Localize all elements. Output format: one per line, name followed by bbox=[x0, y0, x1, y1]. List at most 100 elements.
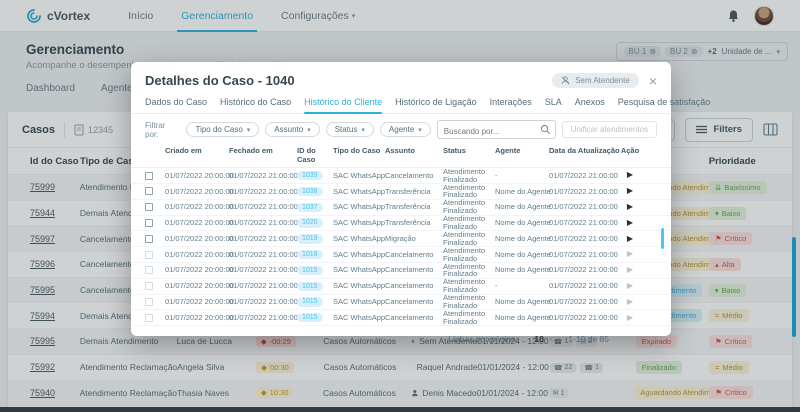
case-id-badge[interactable]: 1015 bbox=[297, 313, 323, 322]
case-id-badge[interactable]: 1039 bbox=[297, 171, 323, 180]
case-type-cell: SAC WhatsApp bbox=[333, 203, 385, 211]
updated-at-cell: 01/07/2022 21:00:00 bbox=[549, 188, 619, 196]
modal-tab[interactable]: Pesquisa de satisfação bbox=[618, 97, 711, 113]
history-row[interactable]: 01/07/2022 20:00:0001/07/2022 21:00:0010… bbox=[131, 231, 671, 247]
created-at-cell: 01/07/2022 20:00:00 bbox=[165, 219, 229, 227]
modal-table-scrollbar[interactable] bbox=[661, 228, 664, 249]
close-icon[interactable]: × bbox=[649, 74, 657, 88]
created-at-cell: 01/07/2022 20:00:00 bbox=[165, 235, 229, 243]
case-id-badge[interactable]: 1015 bbox=[297, 266, 323, 275]
status-cell: Atendimento Finalizado bbox=[443, 231, 495, 247]
pagination: Linhas por página: 10 ▾ 1-10 de 85 ‹ › bbox=[131, 326, 671, 346]
next-page-button[interactable]: › bbox=[649, 332, 653, 346]
row-checkbox[interactable] bbox=[145, 219, 153, 227]
filter-pill[interactable]: Status▾ bbox=[326, 122, 374, 137]
filter-by-label: Filtrar por: bbox=[145, 121, 180, 139]
column-header: Status bbox=[443, 147, 495, 156]
row-checkbox[interactable] bbox=[145, 314, 153, 322]
status-cell: Atendimento Finalizado bbox=[443, 263, 495, 279]
action-cell: ▶ bbox=[619, 266, 641, 274]
case-type-cell: SAC WhatsApp bbox=[333, 172, 385, 180]
history-row[interactable]: 01/07/2022 20:00:0001/07/2022 21:00:0010… bbox=[131, 184, 671, 200]
filter-pill[interactable]: Agente▾ bbox=[380, 122, 431, 137]
history-row[interactable]: 01/07/2022 20:00:0001/07/2022 21:00:0010… bbox=[131, 310, 671, 326]
agent-cell: Nome do Agente bbox=[495, 203, 549, 211]
status-cell: Atendimento Finalizado bbox=[443, 168, 495, 184]
history-row[interactable]: 01/07/2022 20:00:0001/07/2022 21:00:0010… bbox=[131, 295, 671, 311]
subject-cell: Transferência bbox=[385, 188, 443, 196]
checkbox-cell bbox=[145, 187, 165, 195]
history-row[interactable]: 01/07/2022 20:00:0001/07/2022 21:00:0010… bbox=[131, 279, 671, 295]
row-checkbox[interactable] bbox=[145, 203, 153, 211]
case-id-cell: 1015 bbox=[297, 266, 333, 275]
agent-cell: Nome do Agente bbox=[495, 298, 549, 306]
row-checkbox[interactable] bbox=[145, 187, 153, 195]
row-checkbox[interactable] bbox=[145, 266, 153, 274]
modal-search-input[interactable] bbox=[438, 123, 555, 140]
modal-tab[interactable]: Histórico do Caso bbox=[220, 97, 291, 113]
row-checkbox[interactable] bbox=[145, 251, 153, 259]
created-at-cell: 01/07/2022 20:00:00 bbox=[165, 266, 229, 274]
history-row[interactable]: 01/07/2022 20:00:0001/07/2022 21:00:0010… bbox=[131, 263, 671, 279]
rows-per-page-select[interactable]: 10 ▾ bbox=[534, 334, 552, 344]
closed-at-cell: 01/07/2022 21:00:00 bbox=[229, 219, 297, 227]
pagination-range: 1-10 de 85 bbox=[568, 334, 609, 344]
filter-pills: Tipo do Caso▾ Assunto▾ Status▾ Agente▾ bbox=[186, 122, 430, 137]
play-action-icon[interactable]: ▶ bbox=[627, 313, 633, 322]
modal-tab[interactable]: Anexos bbox=[575, 97, 605, 113]
subject-cell: Cancelamento bbox=[385, 266, 443, 274]
play-action-icon[interactable]: ▶ bbox=[627, 265, 633, 274]
column-header: ID do Caso bbox=[297, 147, 333, 164]
modal-tab[interactable]: Dados do Caso bbox=[145, 97, 207, 113]
history-row[interactable]: 01/07/2022 20:00:0001/07/2022 21:00:0010… bbox=[131, 168, 671, 184]
action-cell: ▶ bbox=[619, 235, 641, 243]
case-id-badge[interactable]: 1038 bbox=[297, 187, 323, 196]
row-checkbox[interactable] bbox=[145, 172, 153, 180]
case-id-badge[interactable]: 1020 bbox=[297, 218, 323, 227]
history-row[interactable]: 01/07/2022 20:00:0001/07/2022 21:00:0010… bbox=[131, 216, 671, 232]
row-checkbox[interactable] bbox=[145, 235, 153, 243]
case-id-cell: 1019 bbox=[297, 234, 333, 243]
modal-tab[interactable]: Histórico do Cliente bbox=[304, 97, 382, 113]
play-action-icon[interactable]: ▶ bbox=[627, 281, 633, 290]
play-action-icon[interactable]: ▶ bbox=[627, 186, 633, 195]
prev-page-button[interactable]: ‹ bbox=[625, 332, 629, 346]
checkbox-cell bbox=[145, 203, 165, 211]
play-action-icon[interactable]: ▶ bbox=[627, 218, 633, 227]
created-at-cell: 01/07/2022 20:00:00 bbox=[165, 172, 229, 180]
filter-pill[interactable]: Assunto▾ bbox=[265, 122, 319, 137]
no-agent-badge[interactable]: Sem Atendente bbox=[552, 73, 639, 88]
case-id-badge[interactable]: 1018 bbox=[297, 250, 323, 259]
play-action-icon[interactable]: ▶ bbox=[627, 249, 633, 258]
play-action-icon[interactable]: ▶ bbox=[627, 234, 633, 243]
closed-at-cell: 01/07/2022 21:00:00 bbox=[229, 314, 297, 322]
history-row[interactable]: 01/07/2022 20:00:0001/07/2022 21:00:0010… bbox=[131, 200, 671, 216]
play-action-icon[interactable]: ▶ bbox=[627, 170, 633, 179]
history-row[interactable]: 01/07/2022 20:00:0001/07/2022 21:00:0010… bbox=[131, 247, 671, 263]
row-checkbox[interactable] bbox=[145, 298, 153, 306]
closed-at-cell: 01/07/2022 21:00:00 bbox=[229, 235, 297, 243]
row-checkbox[interactable] bbox=[145, 282, 153, 290]
column-header: Ação bbox=[619, 147, 641, 156]
play-action-icon[interactable]: ▶ bbox=[627, 297, 633, 306]
created-at-cell: 01/07/2022 20:00:00 bbox=[165, 298, 229, 306]
play-action-icon[interactable]: ▶ bbox=[627, 202, 633, 211]
modal-tab[interactable]: Histórico de Ligação bbox=[395, 97, 477, 113]
case-id-badge[interactable]: 1037 bbox=[297, 203, 323, 212]
case-id-badge[interactable]: 1015 bbox=[297, 297, 323, 306]
case-id-badge[interactable]: 1015 bbox=[297, 282, 323, 291]
case-id-badge[interactable]: 1019 bbox=[297, 234, 323, 243]
checkbox-cell bbox=[145, 172, 165, 180]
modal-tab[interactable]: SLA bbox=[545, 97, 562, 113]
checkbox-cell bbox=[145, 251, 165, 259]
column-header: Data da Atualização bbox=[549, 147, 619, 156]
case-id-cell: 1015 bbox=[297, 297, 333, 306]
unify-attendances-button[interactable]: Unificar atendimentos bbox=[562, 121, 657, 138]
agent-cell: - bbox=[495, 282, 549, 290]
filter-pill[interactable]: Tipo do Caso▾ bbox=[186, 122, 259, 137]
rows-per-page-value: 10 bbox=[534, 334, 543, 344]
modal-header: Detalhes do Caso - 1040 Sem Atendente × bbox=[131, 62, 671, 93]
history-table-body: 01/07/2022 20:00:0001/07/2022 21:00:0010… bbox=[131, 168, 671, 326]
agent-cell: Nome do Agente bbox=[495, 314, 549, 322]
modal-tab[interactable]: Interações bbox=[490, 97, 532, 113]
